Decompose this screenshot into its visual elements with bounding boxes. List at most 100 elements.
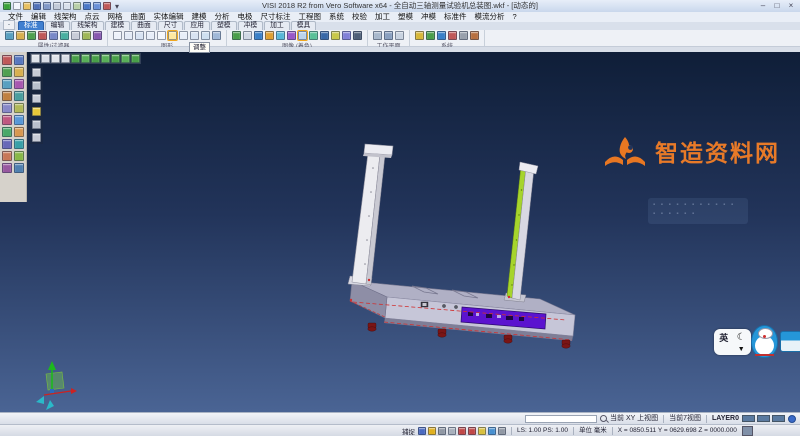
graphics-tool-7[interactable] bbox=[190, 31, 199, 40]
dock-tool-1[interactable] bbox=[14, 55, 24, 65]
menu-18[interactable]: 模流分析 bbox=[471, 12, 509, 22]
view-tool-8[interactable] bbox=[111, 54, 120, 63]
quick-search-input[interactable] bbox=[525, 415, 597, 423]
graphics-tool-2[interactable] bbox=[135, 31, 144, 40]
layer-tool-4[interactable] bbox=[32, 120, 41, 129]
attr-tool-4[interactable] bbox=[49, 31, 58, 40]
image-tool-9[interactable] bbox=[331, 31, 340, 40]
dock-tool-9[interactable] bbox=[14, 103, 24, 113]
ribbon-tab-1[interactable]: 编辑 bbox=[45, 21, 71, 30]
layer-tool-1[interactable] bbox=[32, 81, 41, 90]
ribbon-tab-6[interactable]: 应用 bbox=[184, 21, 210, 30]
ribbon-tab-3[interactable]: 建模 bbox=[105, 21, 131, 30]
current-workplane-button[interactable]: 当前 XY 上视图 bbox=[610, 413, 658, 424]
image-tool-0[interactable] bbox=[232, 31, 241, 40]
system-tool-1[interactable] bbox=[426, 31, 435, 40]
image-tool-11[interactable] bbox=[353, 31, 362, 40]
layer-swatch-1[interactable] bbox=[757, 415, 770, 422]
graphics-tool-6[interactable] bbox=[179, 31, 188, 40]
dock-tool-2[interactable] bbox=[2, 67, 12, 77]
system-tool-2[interactable] bbox=[437, 31, 446, 40]
snap-tool-1[interactable] bbox=[428, 427, 436, 435]
view-tool-7[interactable] bbox=[101, 54, 110, 63]
layer-tool-2[interactable] bbox=[32, 94, 41, 103]
ribbon-tab-10[interactable]: 模具 bbox=[291, 21, 317, 30]
quick-access-more[interactable]: ▾ bbox=[113, 2, 121, 10]
view-tool-3[interactable] bbox=[61, 54, 70, 63]
dock-tool-10[interactable] bbox=[2, 115, 12, 125]
attr-tool-3[interactable] bbox=[38, 31, 47, 40]
quick-access-capture[interactable] bbox=[73, 2, 81, 10]
quick-access-brush[interactable] bbox=[103, 2, 111, 10]
quick-access-undo[interactable] bbox=[83, 2, 91, 10]
snap-tool-3[interactable] bbox=[448, 427, 456, 435]
quick-access-save-as[interactable] bbox=[43, 2, 51, 10]
dock-tool-3[interactable] bbox=[14, 67, 24, 77]
attr-tool-1[interactable] bbox=[16, 31, 25, 40]
graphics-tool-0[interactable] bbox=[113, 31, 122, 40]
workplane-tool-1[interactable] bbox=[384, 31, 393, 40]
menu-19[interactable]: ? bbox=[509, 12, 521, 22]
image-tool-5[interactable] bbox=[287, 31, 296, 40]
window-control-1[interactable]: □ bbox=[770, 0, 784, 12]
dock-tool-5[interactable] bbox=[14, 79, 24, 89]
image-tool-2[interactable] bbox=[254, 31, 263, 40]
image-tool-10[interactable] bbox=[342, 31, 351, 40]
menu-16[interactable]: 冲模 bbox=[417, 12, 440, 22]
graphics-tool-9[interactable] bbox=[212, 31, 221, 40]
system-tool-4[interactable] bbox=[459, 31, 468, 40]
snap-tool-6[interactable] bbox=[478, 427, 486, 435]
menu-12[interactable]: 系统 bbox=[325, 12, 348, 22]
dock-tool-7[interactable] bbox=[14, 91, 24, 101]
image-tool-8[interactable] bbox=[320, 31, 329, 40]
system-tool-0[interactable] bbox=[415, 31, 424, 40]
current-view-button[interactable]: 当前7视图 bbox=[669, 413, 701, 424]
attr-tool-7[interactable] bbox=[82, 31, 91, 40]
ribbon-tab-5[interactable]: 尺寸 bbox=[158, 21, 184, 30]
view-tool-0[interactable] bbox=[31, 54, 40, 63]
view-tool-10[interactable] bbox=[131, 54, 140, 63]
snap-tool-4[interactable] bbox=[458, 427, 466, 435]
dock-tool-4[interactable] bbox=[2, 79, 12, 89]
snap-tool-8[interactable] bbox=[498, 427, 506, 435]
menu-17[interactable]: 标准件 bbox=[440, 12, 471, 22]
menu-15[interactable]: 塑模 bbox=[394, 12, 417, 22]
dock-tool-0[interactable] bbox=[2, 55, 12, 65]
quick-access-print[interactable] bbox=[53, 2, 61, 10]
quick-access-open-folder[interactable] bbox=[23, 2, 31, 10]
workplane-tool-0[interactable] bbox=[373, 31, 382, 40]
view-tool-4[interactable] bbox=[71, 54, 80, 63]
image-tool-1[interactable] bbox=[243, 31, 252, 40]
layer-tool-3[interactable] bbox=[32, 107, 41, 116]
snap-toggle[interactable]: 捕捉 bbox=[402, 426, 415, 436]
dock-tool-15[interactable] bbox=[14, 139, 24, 149]
menu-13[interactable]: 校验 bbox=[348, 12, 371, 22]
dock-tool-14[interactable] bbox=[2, 139, 12, 149]
view-tool-6[interactable] bbox=[91, 54, 100, 63]
system-tool-3[interactable] bbox=[448, 31, 457, 40]
quick-access-copy[interactable] bbox=[63, 2, 71, 10]
quick-access-new-file[interactable] bbox=[13, 2, 21, 10]
snap-tool-5[interactable] bbox=[468, 427, 476, 435]
attr-tool-6[interactable] bbox=[71, 31, 80, 40]
image-tool-7[interactable] bbox=[309, 31, 318, 40]
window-control-2[interactable]: × bbox=[784, 0, 798, 12]
cad-model[interactable] bbox=[348, 144, 575, 348]
graphics-tool-8[interactable] bbox=[201, 31, 210, 40]
ribbon-tab-2[interactable]: 线架构 bbox=[71, 21, 103, 30]
graphics-tool-4[interactable] bbox=[157, 31, 166, 40]
image-tool-4[interactable] bbox=[276, 31, 285, 40]
quick-access-save[interactable] bbox=[33, 2, 41, 10]
image-tool-6[interactable] bbox=[298, 31, 307, 40]
system-tool-5[interactable] bbox=[470, 31, 479, 40]
dock-tool-19[interactable] bbox=[14, 163, 24, 173]
attr-tool-8[interactable] bbox=[93, 31, 102, 40]
dock-tool-13[interactable] bbox=[14, 127, 24, 137]
ribbon-tab-7[interactable]: 塑模 bbox=[211, 21, 237, 30]
dock-tool-6[interactable] bbox=[2, 91, 12, 101]
dock-tool-11[interactable] bbox=[14, 115, 24, 125]
dock-tool-18[interactable] bbox=[2, 163, 12, 173]
dock-tool-12[interactable] bbox=[2, 127, 12, 137]
snap-tool-2[interactable] bbox=[438, 427, 446, 435]
viewport-3d[interactable]: 智造资料网 ▪ ▪ ▪ ▪ ▪ ▪ ▪ ▪ ▪ ▪ ▪▪ ▪ ▪ ▪ ▪ ▪ 英… bbox=[0, 52, 800, 412]
